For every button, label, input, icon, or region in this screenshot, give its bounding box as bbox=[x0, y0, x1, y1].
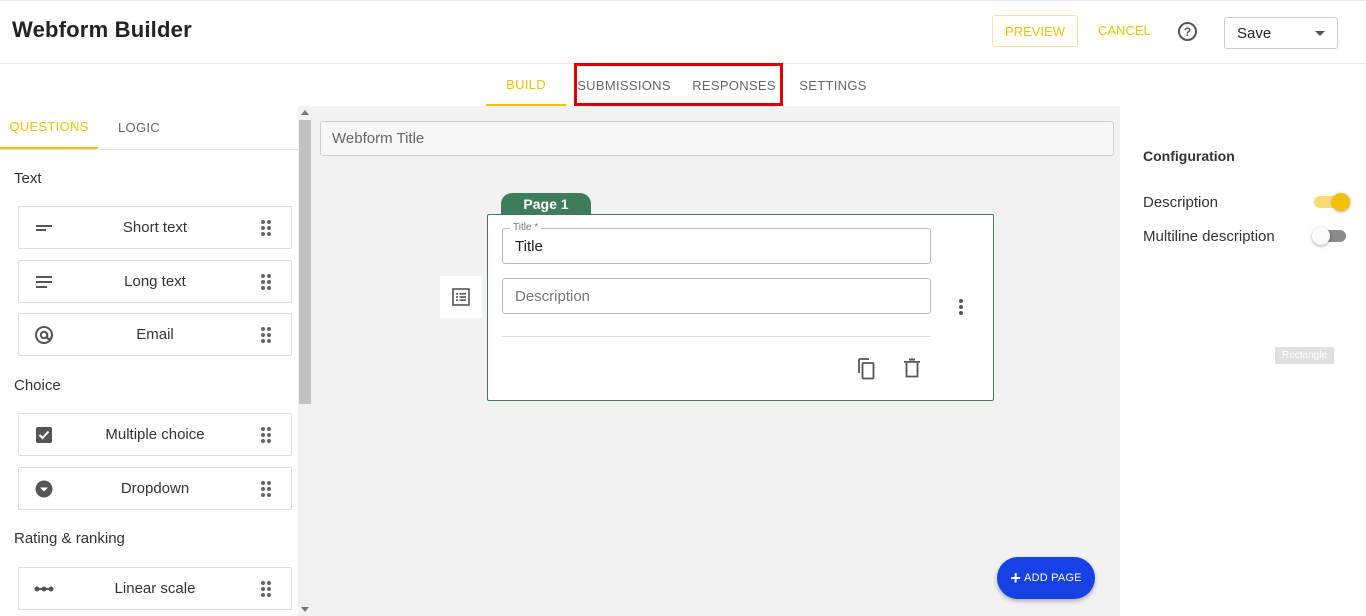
more-vert-icon[interactable] bbox=[958, 299, 964, 315]
configuration-heading: Configuration bbox=[1143, 148, 1235, 164]
toggle-knob bbox=[1312, 227, 1330, 245]
question-long-text[interactable]: Long text bbox=[18, 260, 292, 303]
linear-scale-icon bbox=[34, 579, 54, 599]
multiline-option-label: Multiline description bbox=[1143, 228, 1275, 245]
card-divider bbox=[502, 336, 931, 337]
save-dropdown[interactable]: Save bbox=[1224, 17, 1338, 49]
scroll-up-arrow-icon[interactable] bbox=[301, 110, 309, 115]
question-multiple-choice[interactable]: Multiple choice bbox=[18, 413, 292, 456]
toggle-knob bbox=[1332, 193, 1350, 211]
add-page-label: ADD PAGE bbox=[1024, 572, 1082, 584]
question-dropdown[interactable]: Dropdown bbox=[18, 467, 292, 510]
webform-title-input[interactable]: Webform Title bbox=[320, 121, 1114, 156]
app-title: Webform Builder bbox=[12, 17, 192, 42]
add-page-button[interactable]: + ADD PAGE bbox=[997, 557, 1095, 599]
scroll-down-arrow-icon[interactable] bbox=[301, 607, 309, 612]
section-label-text: Text bbox=[14, 170, 42, 187]
cancel-button[interactable]: CANCEL bbox=[1098, 23, 1151, 38]
drag-handle-icon[interactable] bbox=[261, 327, 271, 343]
page-title-field[interactable]: Title bbox=[502, 228, 931, 264]
annotation-highlight-box bbox=[574, 63, 783, 106]
short-text-icon bbox=[34, 218, 54, 238]
rectangle-tag: Rectangle bbox=[1275, 347, 1334, 364]
delete-icon[interactable] bbox=[903, 358, 921, 378]
tab-logic[interactable]: LOGIC bbox=[106, 106, 172, 149]
drag-handle-icon[interactable] bbox=[261, 481, 271, 497]
question-label: Linear scale bbox=[114, 580, 196, 597]
section-label-choice: Choice bbox=[14, 377, 61, 394]
tab-settings[interactable]: SETTINGS bbox=[796, 64, 870, 106]
drag-handle-icon[interactable] bbox=[261, 220, 271, 236]
description-toggle[interactable] bbox=[1314, 192, 1350, 212]
page-tab[interactable]: Page 1 bbox=[501, 193, 591, 215]
long-text-icon bbox=[34, 272, 54, 292]
app-header: Webform Builder PREVIEW CANCEL ? Save bbox=[0, 0, 1366, 64]
question-label: Dropdown bbox=[120, 480, 190, 497]
preview-button[interactable]: PREVIEW bbox=[992, 15, 1078, 47]
palette-scrollbar[interactable] bbox=[298, 106, 312, 616]
question-email[interactable]: Email bbox=[18, 313, 292, 356]
help-icon[interactable]: ? bbox=[1178, 22, 1197, 41]
dropdown-circle-icon bbox=[34, 479, 54, 499]
tab-build[interactable]: BUILD bbox=[486, 64, 566, 106]
checkbox-icon bbox=[34, 425, 54, 445]
drag-handle-icon[interactable] bbox=[261, 581, 271, 597]
question-label: Long text bbox=[124, 273, 186, 290]
page-title-legend: Title * bbox=[510, 222, 542, 233]
description-option-label: Description bbox=[1143, 194, 1219, 211]
question-label: Email bbox=[136, 326, 174, 343]
question-label: Multiple choice bbox=[105, 426, 205, 443]
question-short-text[interactable]: Short text bbox=[18, 206, 292, 249]
drag-handle-icon[interactable] bbox=[261, 427, 271, 443]
page-list-icon[interactable] bbox=[440, 276, 482, 318]
caret-down-icon bbox=[1315, 31, 1325, 36]
page-description-field[interactable]: Description bbox=[502, 278, 931, 314]
drag-handle-icon[interactable] bbox=[261, 274, 271, 290]
duplicate-icon[interactable] bbox=[856, 358, 876, 380]
scrollbar-thumb[interactable] bbox=[299, 120, 311, 404]
plus-icon: + bbox=[1010, 567, 1022, 588]
question-label: Short text bbox=[122, 219, 188, 236]
multiline-description-toggle[interactable] bbox=[1312, 226, 1348, 246]
save-dropdown-label: Save bbox=[1237, 24, 1272, 42]
at-sign-icon bbox=[34, 325, 54, 345]
section-label-rating: Rating & ranking bbox=[14, 530, 125, 547]
tab-questions[interactable]: QUESTIONS bbox=[0, 106, 98, 149]
question-linear-scale[interactable]: Linear scale bbox=[18, 567, 292, 610]
left-tabs-divider bbox=[0, 149, 298, 150]
